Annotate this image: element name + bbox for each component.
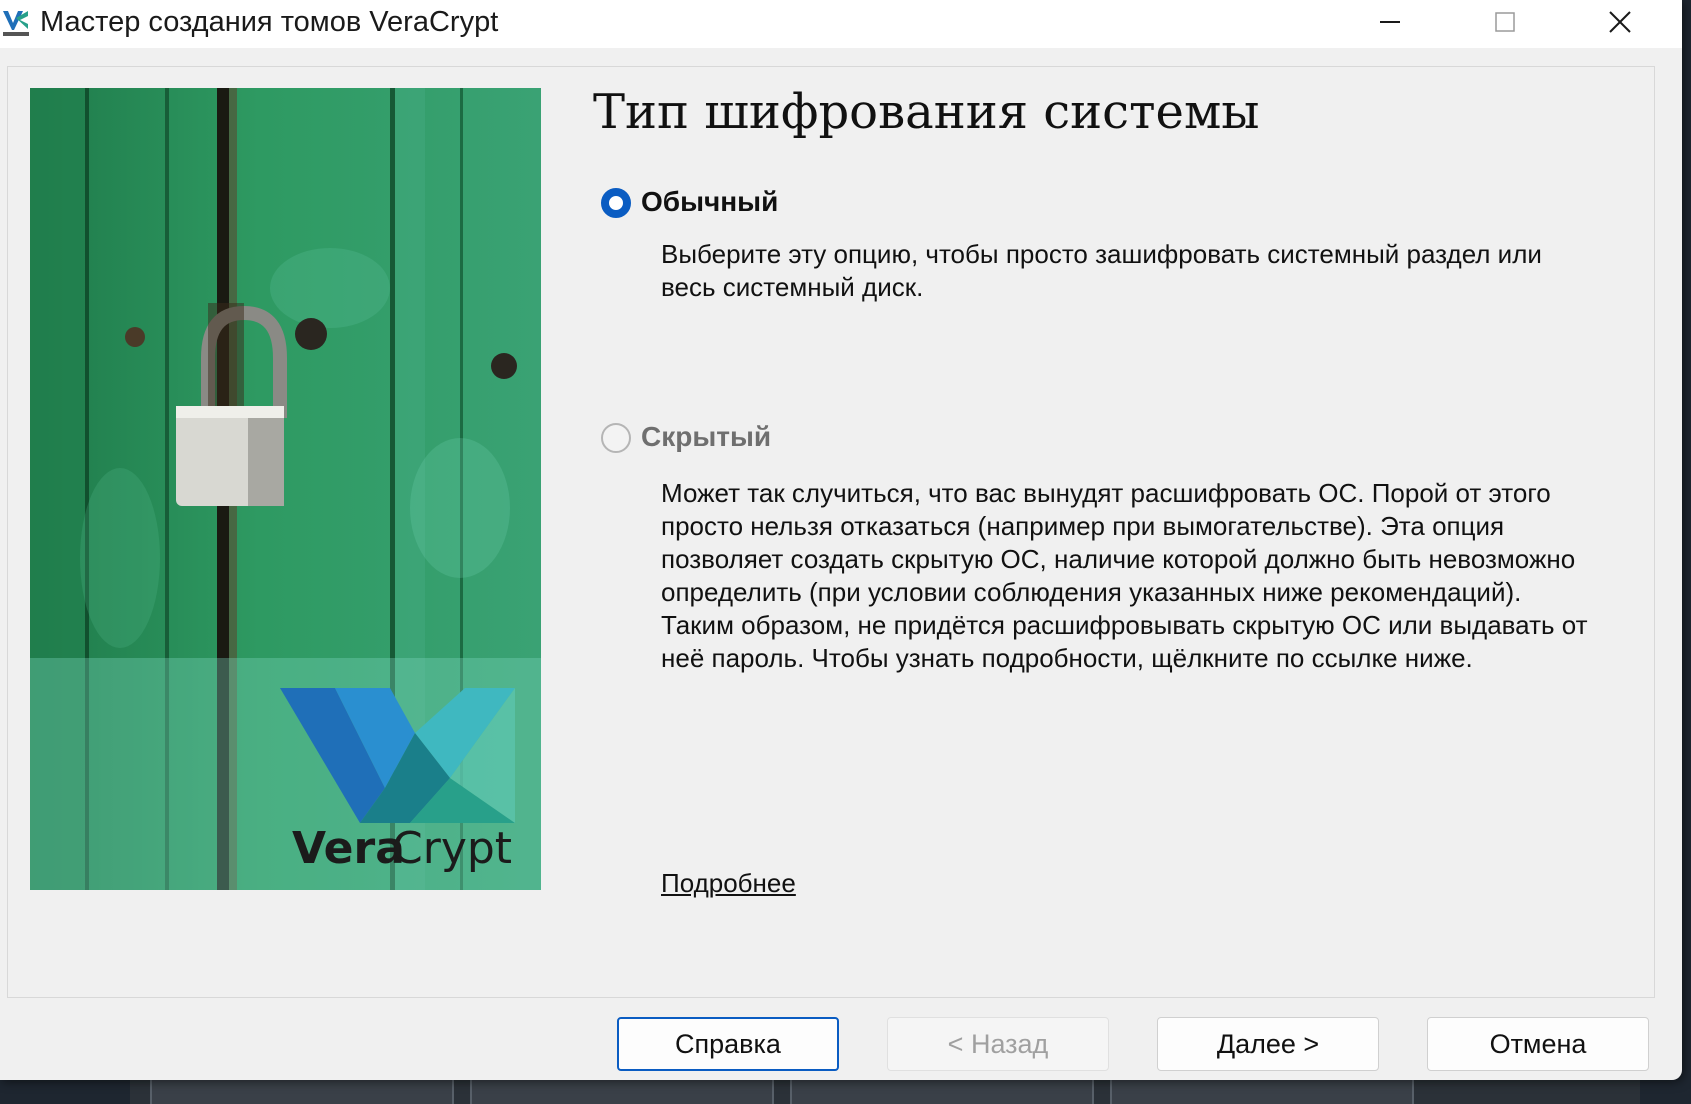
option-hidden-description: Может так случиться, что вас вынудят рас…: [661, 478, 1588, 673]
title-bar[interactable]: Мастер создания томов VeraCrypt: [0, 0, 1682, 48]
cancel-button[interactable]: Отмена: [1427, 1017, 1649, 1071]
taskbar-item[interactable]: [1110, 1080, 1414, 1104]
padlock-door-illustration: Vera Crypt: [30, 88, 541, 890]
close-window-button[interactable]: [1565, 0, 1675, 44]
wizard-side-image: Vera Crypt: [30, 88, 541, 890]
maximize-icon: [1495, 12, 1515, 32]
page-title: Тип шифрования системы: [593, 84, 1260, 140]
veracrypt-logo-bold: Vera: [292, 823, 405, 874]
minimize-icon: [1380, 21, 1400, 23]
window-title: Мастер создания томов VeraCrypt: [40, 6, 499, 38]
option-normal-label[interactable]: Обычный: [641, 186, 778, 218]
help-button[interactable]: Справка: [617, 1017, 839, 1071]
option-normal-description: Выберите эту опцию, чтобы просто зашифро…: [661, 239, 1542, 302]
veracrypt-logo-light: Crypt: [392, 823, 512, 874]
radio-normal[interactable]: [601, 188, 631, 218]
radio-hidden[interactable]: [601, 423, 631, 453]
taskbar-item[interactable]: [790, 1080, 1094, 1104]
wizard-window: Мастер создания томов VeraCrypt Vera Cry…: [0, 0, 1682, 1080]
more-info-link[interactable]: Подробнее: [661, 868, 796, 899]
maximize-button[interactable]: [1450, 0, 1560, 44]
back-button[interactable]: < Назад: [887, 1017, 1109, 1071]
veracrypt-app-icon: [2, 8, 30, 38]
minimize-button[interactable]: [1335, 0, 1445, 44]
next-button[interactable]: Далее >: [1157, 1017, 1379, 1071]
taskbar-item[interactable]: [150, 1080, 454, 1104]
close-icon: [1609, 11, 1631, 33]
option-hidden-label[interactable]: Скрытый: [641, 421, 771, 453]
taskbar-item[interactable]: [470, 1080, 774, 1104]
